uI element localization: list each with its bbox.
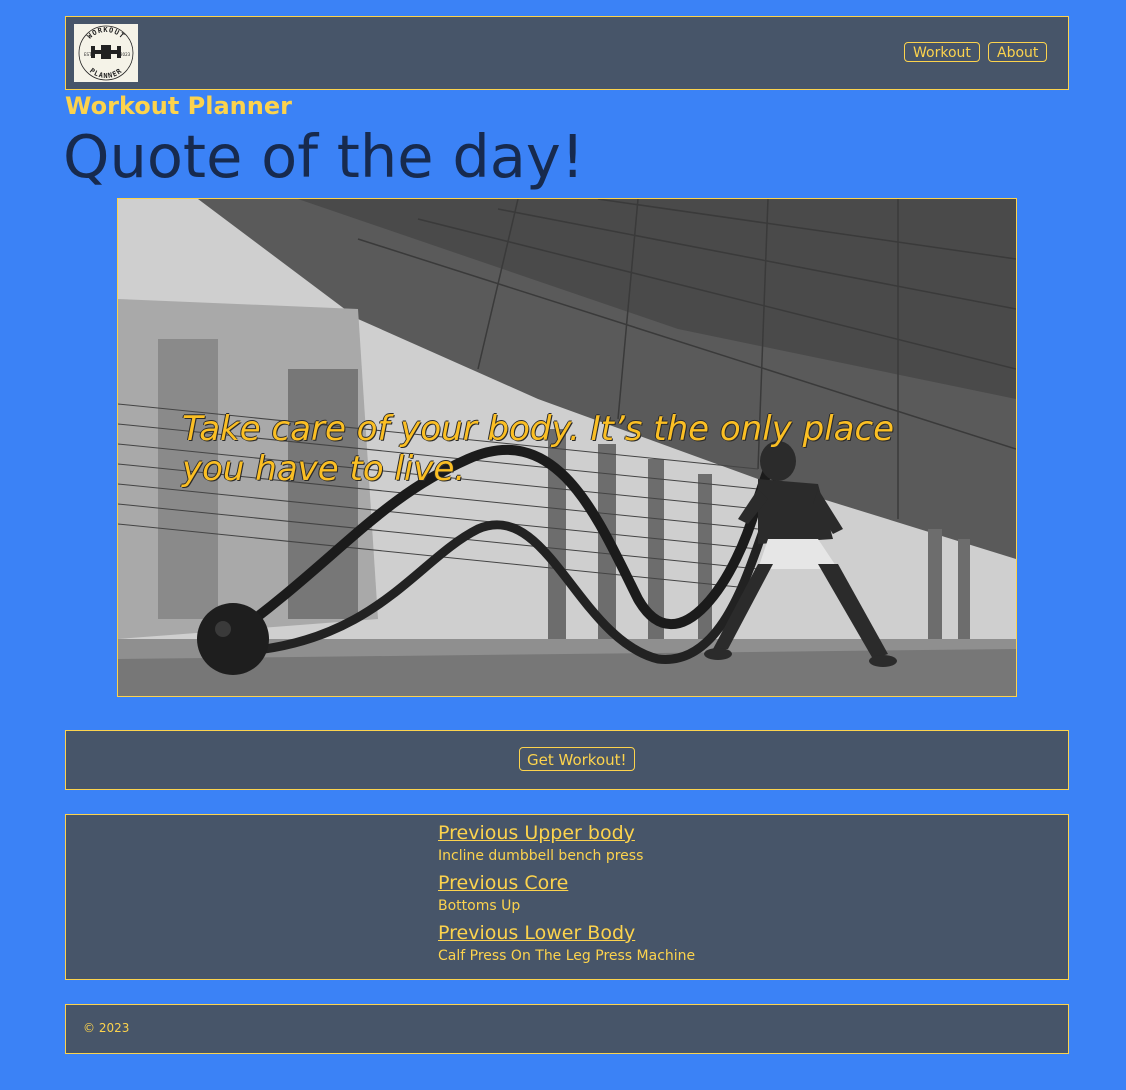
hero-image: Take care of your body. It’s the only pl… xyxy=(117,198,1017,697)
exercise-name: Calf Press On The Leg Press Machine xyxy=(438,948,696,964)
exercise-name: Incline dumbbell bench press xyxy=(438,848,644,864)
logo-top-text: WORKOUT xyxy=(86,26,126,41)
logo-bottom-text: PLANNER xyxy=(88,67,123,80)
svg-text:WORKOUT: WORKOUT xyxy=(86,26,127,41)
previous-core-link[interactable]: Previous Core xyxy=(438,871,695,895)
previous-upper-body-link[interactable]: Previous Upper body xyxy=(438,821,695,845)
quote-text: Take care of your body. It’s the only pl… xyxy=(182,409,895,489)
nav-about-button[interactable]: About xyxy=(988,42,1048,62)
workout-planner-logo[interactable]: WORKOUT PLANNER EST 2023 xyxy=(74,24,138,82)
previous-workouts-panel: Previous Upper body Incline dumbbell ben… xyxy=(65,814,1069,980)
previous-lower-body-link[interactable]: Previous Lower Body xyxy=(438,921,695,945)
list-item: Previous Upper body Incline dumbbell ben… xyxy=(438,821,695,867)
page-title: Quote of the day! xyxy=(63,122,585,191)
logo-est-text: EST xyxy=(84,52,92,57)
svg-text:PLANNER: PLANNER xyxy=(88,67,124,80)
brand-title: Workout Planner xyxy=(65,92,292,120)
list-item: Previous Lower Body Calf Press On The Le… xyxy=(438,921,695,967)
exercise-name: Bottoms Up xyxy=(438,898,521,914)
nav-workout-button[interactable]: Workout xyxy=(904,42,980,62)
action-bar: Get Workout! xyxy=(65,730,1069,790)
navbar: WORKOUT PLANNER EST 2023 Workout About xyxy=(65,16,1069,90)
previous-workouts-list: Previous Upper body Incline dumbbell ben… xyxy=(438,821,695,971)
get-workout-button[interactable]: Get Workout! xyxy=(519,747,635,771)
footer: © 2023 xyxy=(65,1004,1069,1054)
copyright-text: © 2023 xyxy=(83,1021,130,1035)
logo-year-text: 2023 xyxy=(120,52,131,57)
list-item: Previous Core Bottoms Up xyxy=(438,871,695,917)
